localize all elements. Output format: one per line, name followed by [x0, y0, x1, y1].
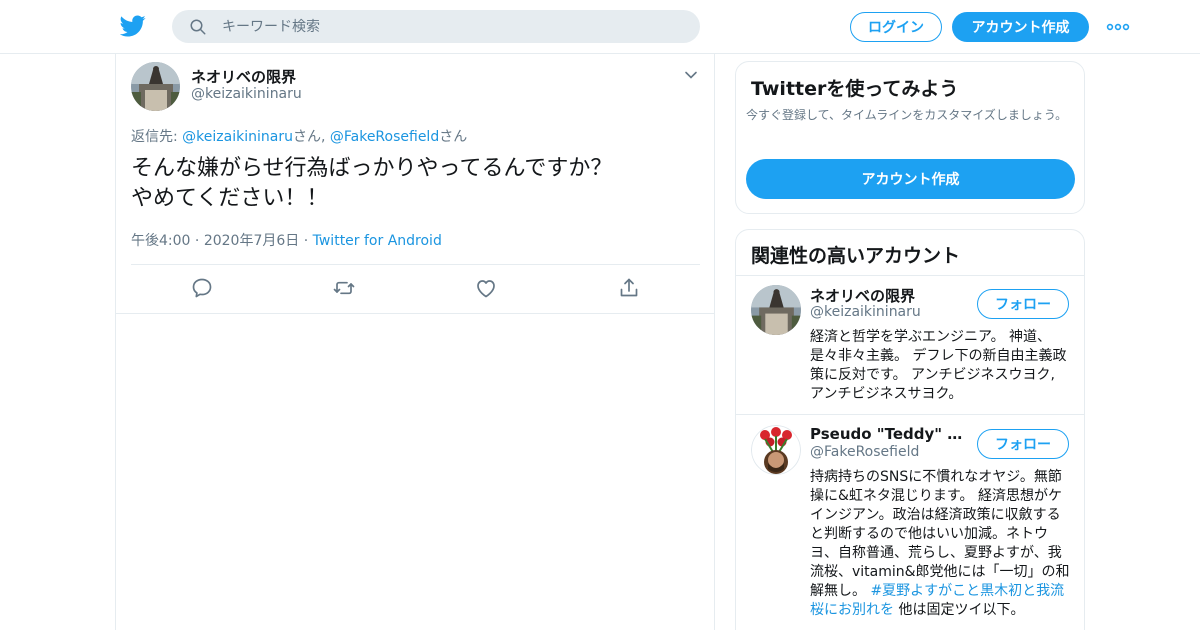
signup-card-description: 今すぐ登録して、タイムラインをカスタマイズしましょう。: [746, 108, 1068, 122]
tweet-text: そんな嫌がらせ行為ばっかりやってるんですか？ やめてください！！: [131, 156, 613, 211]
tweet-action-bar: [116, 276, 714, 302]
tweet-source-link[interactable]: Twitter for Android: [313, 233, 442, 249]
avatar[interactable]: [751, 285, 801, 335]
related-account-item[interactable]: ネオリベの限界 @keizaikininaru フォロー 経済と哲学を学ぶエンジ…: [736, 275, 1084, 414]
meta-separator: ·: [303, 233, 309, 249]
tweet-detail-column: ネオリベの限界 @keizaikininaru 返信先: @keizaikini…: [115, 54, 715, 630]
reply-suffix: さん: [439, 129, 468, 145]
signup-card-button[interactable]: アカウント作成: [746, 159, 1075, 199]
reply-prefix: 返信先:: [131, 129, 183, 145]
more-dots-icon[interactable]: [1106, 17, 1130, 37]
tweet-time[interactable]: 午後4:00: [131, 233, 190, 249]
reply-context: 返信先: @keizaikininaruさん, @FakeRosefieldさん: [131, 126, 467, 146]
account-bio: 持病持ちのSNSに不慣れなオヤジ。無節操に&虹ネタ混じります。 経済思想がケイン…: [810, 468, 1072, 620]
tweet-author-handle[interactable]: @keizaikininaru: [191, 86, 302, 102]
account-handle[interactable]: @keizaikininaru: [810, 304, 921, 320]
account-name[interactable]: ネオリベの限界: [810, 285, 970, 306]
account-bio: 経済と哲学を学ぶエンジニア。 神道、是々非々主義。 デフレ下の新自由主義政策に反…: [810, 329, 1067, 402]
meta-separator: ·: [194, 233, 200, 249]
top-navigation-bar: ログイン アカウント作成: [0, 0, 1200, 54]
divider: [116, 313, 714, 314]
reply-mention-link[interactable]: @FakeRosefield: [330, 129, 439, 145]
related-account-item[interactable]: Pseudo "Teddy" Rosefield @FakeRosefield …: [736, 415, 1084, 630]
search-input[interactable]: [222, 16, 682, 38]
tweet-date[interactable]: 2020年7月6日: [204, 233, 299, 249]
account-name[interactable]: Pseudo "Teddy" Rosefield: [810, 425, 970, 443]
share-icon[interactable]: [617, 276, 641, 300]
tweet-author-name[interactable]: ネオリベの限界: [191, 66, 296, 87]
related-accounts-card: 関連性の高いアカウント ネオリベの限界 @keizaikininaru フォロー…: [735, 229, 1085, 630]
signup-card-title: Twitterを使ってみよう: [751, 78, 959, 100]
signup-button[interactable]: アカウント作成: [952, 12, 1089, 42]
follow-button[interactable]: フォロー: [977, 429, 1069, 459]
twitter-bird-icon[interactable]: [120, 13, 146, 39]
reply-suffix: さん,: [292, 129, 330, 145]
signup-card: Twitterを使ってみよう 今すぐ登録して、タイムラインをカスタマイズしましょ…: [735, 61, 1085, 214]
reply-icon[interactable]: [190, 276, 214, 300]
chevron-down-icon[interactable]: [684, 68, 698, 82]
login-button[interactable]: ログイン: [850, 12, 942, 42]
tweet-metadata: 午後4:00 · 2020年7月6日 · Twitter for Android: [131, 230, 442, 250]
account-handle[interactable]: @FakeRosefield: [810, 444, 919, 460]
search-box[interactable]: [172, 10, 700, 43]
search-icon: [190, 19, 206, 35]
avatar[interactable]: [751, 425, 801, 475]
account-bio-text: 他は固定ツイ以下。: [894, 602, 1025, 618]
divider: [131, 264, 700, 265]
retweet-icon[interactable]: [332, 276, 356, 300]
related-accounts-title: 関連性の高いアカウント: [751, 245, 961, 267]
reply-mention-link[interactable]: @keizaikininaru: [182, 129, 293, 145]
like-icon[interactable]: [474, 276, 498, 300]
account-bio-text: 持病持ちのSNSに不慣れなオヤジ。無節操に&虹ネタ混じります。 経済思想がケイン…: [810, 469, 1070, 599]
follow-button[interactable]: フォロー: [977, 289, 1069, 319]
avatar[interactable]: [131, 62, 180, 111]
